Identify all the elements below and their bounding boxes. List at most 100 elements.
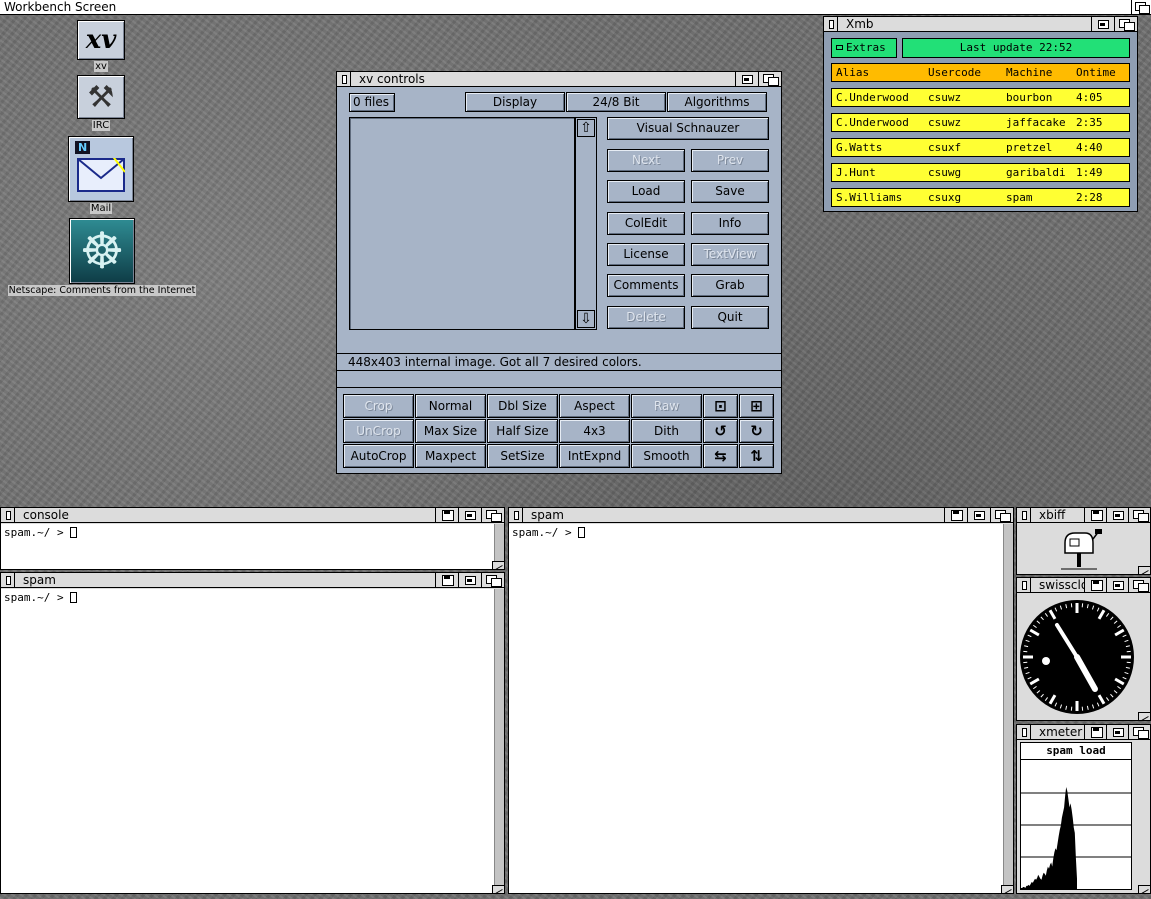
desktop-icon-irc[interactable]: ⚒ IRC — [75, 75, 127, 131]
bit-depth-menu-button[interactable]: 24/8 Bit — [566, 92, 666, 112]
zoom-icon[interactable] — [1091, 17, 1114, 31]
xmb-titlebar[interactable]: Xmb — [824, 17, 1137, 32]
load-button[interactable]: Load — [607, 180, 685, 203]
visual-schnauzer-button[interactable]: Visual Schnauzer — [607, 117, 769, 140]
close-icon[interactable] — [337, 72, 351, 86]
xv-controls-titlebar[interactable]: xv controls — [337, 72, 781, 87]
resize-handle-icon[interactable] — [492, 561, 504, 569]
desktop-icon-mail[interactable]: N Mail — [66, 136, 136, 214]
xmb-user-row[interactable]: J.Hunt csuwg garibaldi 1:49 — [831, 163, 1130, 182]
depth-icon[interactable] — [1128, 725, 1150, 739]
close-icon[interactable] — [509, 508, 523, 522]
expand-icon[interactable]: ⊞ — [739, 394, 774, 418]
shrink-icon[interactable]: ⊡ — [703, 394, 738, 418]
zoom-icon[interactable] — [458, 508, 481, 522]
spam-center-output[interactable]: spam.~/ > — [509, 524, 1003, 893]
algorithms-menu-button[interactable]: Algorithms — [667, 92, 767, 112]
xv-controls-window[interactable]: xv controls 0 files Display 24/8 Bit Alg… — [336, 71, 782, 474]
raw-button[interactable]: Raw — [631, 394, 702, 418]
screen-depth-icon[interactable] — [1131, 0, 1150, 14]
xmb-user-row[interactable]: G.Watts csuxf pretzel 4:40 — [831, 138, 1130, 157]
xbiff-titlebar[interactable]: xbiff — [1017, 508, 1150, 523]
license-button[interactable]: License — [607, 243, 685, 266]
display-menu-button[interactable]: Display — [465, 92, 565, 112]
screen-title-bar[interactable]: Workbench Screen — [0, 0, 1151, 15]
intexpnd-button[interactable]: IntExpnd — [559, 444, 630, 468]
zoom-icon[interactable] — [458, 573, 481, 587]
iconify-icon[interactable] — [435, 508, 458, 522]
prev-button[interactable]: Prev — [691, 149, 769, 172]
smooth-button[interactable]: Smooth — [631, 444, 702, 468]
depth-icon[interactable] — [758, 72, 781, 86]
rotate-left-icon[interactable]: ↺ — [703, 419, 738, 443]
spam-terminal-left-window[interactable]: spam spam.~/ > — [0, 572, 505, 894]
resize-handle-icon[interactable] — [1138, 566, 1150, 574]
desktop-icon-netscape[interactable]: ☸ Netscape: Comments from the Internet — [4, 218, 200, 296]
iconify-icon[interactable] — [944, 508, 967, 522]
resize-handle-icon[interactable] — [1138, 885, 1150, 893]
scroll-up-arrow-icon[interactable]: ⇧ — [577, 119, 595, 137]
maxpect-button[interactable]: Maxpect — [415, 444, 486, 468]
dbl-size-button[interactable]: Dbl Size — [487, 394, 558, 418]
xmb-user-row[interactable]: S.Williams csuxg spam 2:28 — [831, 188, 1130, 207]
aspect-button[interactable]: Aspect — [559, 394, 630, 418]
desktop-icon-xv[interactable]: xv xv — [75, 20, 127, 72]
info-button[interactable]: Info — [691, 212, 769, 235]
vertical-scrollbar[interactable] — [494, 589, 504, 893]
4x3-button[interactable]: 4x3 — [559, 419, 630, 443]
delete-button[interactable]: Delete — [607, 306, 685, 329]
next-button[interactable]: Next — [607, 149, 685, 172]
spam-center-titlebar[interactable]: spam — [509, 508, 1013, 523]
close-icon[interactable] — [824, 17, 838, 31]
xmeter-window[interactable]: xmeter spam load — [1016, 724, 1151, 894]
depth-icon[interactable] — [481, 573, 504, 587]
crop-button[interactable]: Crop — [343, 394, 414, 418]
half-size-button[interactable]: Half Size — [487, 419, 558, 443]
file-list-scrollbar[interactable]: ⇧ ⇩ — [575, 117, 597, 330]
xmeter-titlebar[interactable]: xmeter — [1017, 725, 1150, 740]
swissclock-window[interactable]: swissclock — [1016, 577, 1151, 721]
quit-button[interactable]: Quit — [691, 306, 769, 329]
iconify-icon[interactable] — [1084, 578, 1106, 592]
console-terminal-window[interactable]: console spam.~/ > — [0, 507, 505, 570]
flip-vertical-icon[interactable]: ⇅ — [739, 444, 774, 468]
close-icon[interactable] — [1017, 578, 1031, 592]
rotate-right-icon[interactable]: ↻ — [739, 419, 774, 443]
swissclock-titlebar[interactable]: swissclock — [1017, 578, 1150, 593]
resize-handle-icon[interactable] — [1138, 712, 1150, 720]
iconify-icon[interactable] — [435, 573, 458, 587]
console-output[interactable]: spam.~/ > — [1, 524, 494, 569]
vertical-scrollbar[interactable] — [1003, 524, 1013, 893]
xmb-user-row[interactable]: C.Underwood csuwz jaffacake 2:35 — [831, 113, 1130, 132]
comments-button[interactable]: Comments — [607, 274, 685, 297]
close-icon[interactable] — [1, 508, 15, 522]
depth-icon[interactable] — [1128, 578, 1150, 592]
spam-left-titlebar[interactable]: spam — [1, 573, 504, 588]
close-icon[interactable] — [1017, 725, 1031, 739]
resize-handle-icon[interactable] — [1001, 885, 1013, 893]
save-button[interactable]: Save — [691, 180, 769, 203]
dith-button[interactable]: Dith — [631, 419, 702, 443]
autocrop-button[interactable]: AutoCrop — [343, 444, 414, 468]
uncrop-button[interactable]: UnCrop — [343, 419, 414, 443]
iconify-icon[interactable] — [1084, 508, 1106, 522]
iconify-icon[interactable] — [1084, 725, 1106, 739]
zoom-icon[interactable] — [1106, 508, 1128, 522]
zoom-icon[interactable] — [735, 72, 758, 86]
close-icon[interactable] — [1, 573, 15, 587]
depth-icon[interactable] — [1128, 508, 1150, 522]
textview-button[interactable]: TextView — [691, 243, 769, 266]
xbiff-window[interactable]: xbiff — [1016, 507, 1151, 575]
depth-icon[interactable] — [481, 508, 504, 522]
close-icon[interactable] — [1017, 508, 1031, 522]
file-list[interactable] — [349, 117, 575, 330]
grab-button[interactable]: Grab — [691, 274, 769, 297]
flip-horizontal-icon[interactable]: ⇆ — [703, 444, 738, 468]
scroll-down-arrow-icon[interactable]: ⇩ — [577, 310, 595, 328]
zoom-icon[interactable] — [967, 508, 990, 522]
console-titlebar[interactable]: console — [1, 508, 504, 523]
coledit-button[interactable]: ColEdit — [607, 212, 685, 235]
depth-icon[interactable] — [990, 508, 1013, 522]
setsize-button[interactable]: SetSize — [487, 444, 558, 468]
zoom-icon[interactable] — [1106, 578, 1128, 592]
